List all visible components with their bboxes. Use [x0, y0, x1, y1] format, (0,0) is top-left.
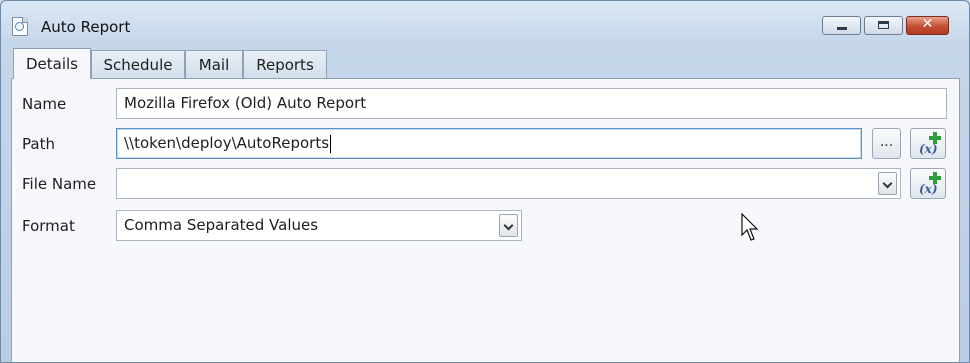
report-app-icon [12, 17, 28, 36]
minimize-icon [837, 27, 847, 30]
name-label: Name [22, 95, 67, 113]
plus-icon [929, 132, 941, 144]
name-input[interactable]: Mozilla Firefox (Old) Auto Report [116, 88, 947, 119]
maximize-icon [878, 21, 889, 29]
tab-mail[interactable]: Mail [185, 50, 243, 78]
file-name-combobox[interactable] [116, 168, 901, 199]
maximize-button[interactable] [864, 16, 903, 35]
path-value: \\token\deploy\AutoReports [124, 134, 330, 152]
file-name-insert-variable-button[interactable]: (x) [910, 168, 946, 199]
mouse-pointer-icon [741, 213, 759, 241]
format-label: Format [22, 217, 75, 235]
format-select[interactable]: Comma Separated Values [116, 210, 522, 241]
close-icon: ✕ [921, 16, 934, 32]
plus-icon [929, 172, 941, 184]
browse-button[interactable]: ... [872, 128, 901, 159]
auto-report-window: Auto Report ✕ Details Schedule Mail Repo… [0, 0, 970, 363]
minimize-button[interactable] [822, 16, 861, 35]
title-bar: Auto Report ✕ [1, 1, 969, 45]
text-caret [330, 134, 332, 153]
chevron-down-icon[interactable] [499, 214, 518, 237]
path-label: Path [22, 135, 55, 153]
details-panel: Name Mozilla Firefox (Old) Auto Report P… [11, 78, 960, 362]
window-controls: ✕ [822, 16, 949, 35]
path-input[interactable]: \\token\deploy\AutoReports [116, 128, 862, 159]
tab-details[interactable]: Details [13, 48, 91, 79]
path-insert-variable-button[interactable]: (x) [910, 128, 946, 159]
tab-schedule[interactable]: Schedule [91, 50, 185, 78]
chevron-down-icon[interactable] [878, 172, 897, 195]
close-button[interactable]: ✕ [906, 16, 949, 35]
format-value: Comma Separated Values [124, 216, 319, 234]
window-title: Auto Report [41, 18, 131, 36]
tab-reports[interactable]: Reports [243, 50, 327, 78]
file-name-label: File Name [22, 175, 97, 193]
